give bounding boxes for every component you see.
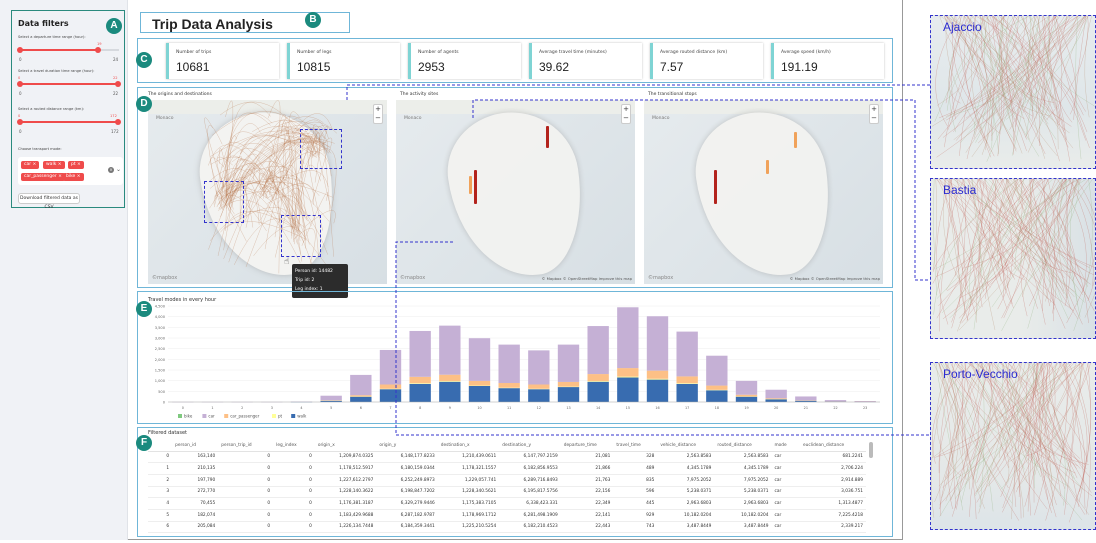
flow-line bbox=[1065, 179, 1068, 299]
bastia-flow-lines bbox=[932, 179, 1095, 332]
zoom-panel-ajaccio: Ajaccio bbox=[930, 15, 1096, 169]
flow-line bbox=[1008, 363, 1062, 497]
flow-line bbox=[1084, 179, 1095, 318]
flow-line bbox=[942, 179, 1024, 314]
flow-line bbox=[982, 363, 1084, 491]
ajaccio-flow-lines bbox=[931, 16, 1095, 162]
porto-vecchio-flow-lines bbox=[931, 363, 1093, 523]
zoom-panel-porto-vecchio: Porto-Vecchio bbox=[930, 362, 1096, 530]
flow-line bbox=[1044, 363, 1062, 505]
flow-line bbox=[958, 179, 966, 307]
flow-line bbox=[1084, 16, 1092, 118]
flow-line bbox=[936, 179, 953, 325]
flow-line bbox=[1045, 363, 1068, 521]
flow-line bbox=[1022, 16, 1069, 148]
flow-line bbox=[1009, 16, 1028, 107]
flow-line bbox=[971, 16, 1068, 158]
zoom-panel-bastia: Bastia bbox=[930, 178, 1096, 339]
zoom-label-porto-vecchio: Porto-Vecchio bbox=[943, 367, 1018, 381]
flow-line bbox=[1075, 179, 1095, 302]
flow-line bbox=[1032, 16, 1074, 149]
flow-line bbox=[951, 179, 1048, 323]
flow-line bbox=[1073, 179, 1093, 331]
zoom-label-ajaccio: Ajaccio bbox=[943, 20, 982, 34]
zoom-label-bastia: Bastia bbox=[943, 183, 977, 197]
